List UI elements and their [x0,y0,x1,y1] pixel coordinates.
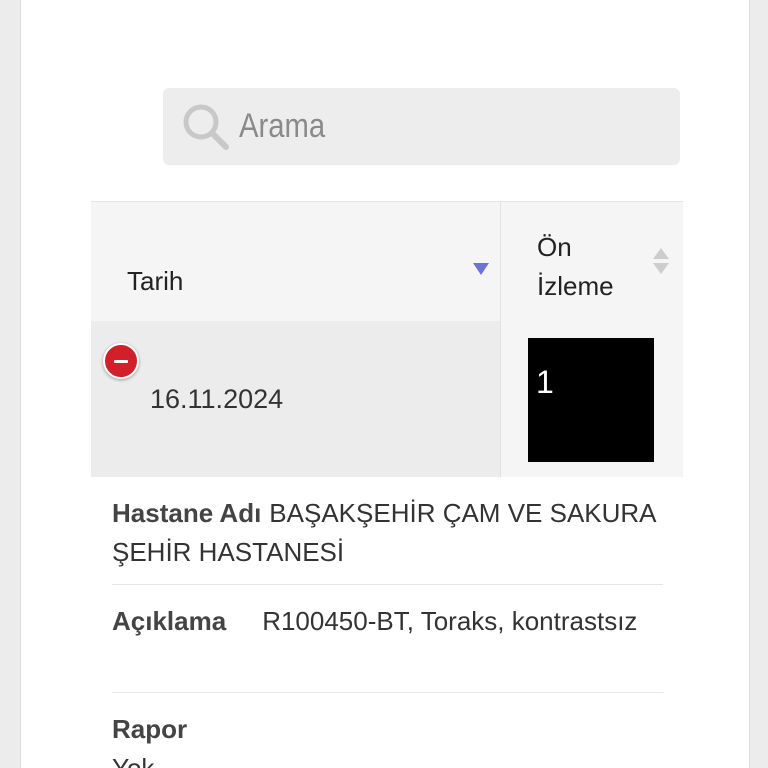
search-icon [183,104,229,150]
preview-thumbnail[interactable]: 1 [528,338,654,462]
preview-thumbnail-label: 1 [536,364,554,400]
detail-report-label: Rapor [112,714,188,744]
table-row[interactable]: 16.11.2024 1 [91,321,683,477]
search-input[interactable] [239,107,583,146]
cell-date: 16.11.2024 [91,321,501,477]
detail-hospital: Hastane Adı BAŞAKŞEHİR ÇAM VE SAKURA ŞEHİ… [112,477,663,585]
sort-descending-icon[interactable] [473,263,489,275]
detail-report-value: Yok [112,753,155,768]
sort-both-icon[interactable] [653,248,669,274]
table-header: Tarih Ön İzleme [91,201,683,321]
column-header-date[interactable]: Tarih [91,202,501,321]
search-box[interactable] [163,88,680,165]
row-date: 16.11.2024 [150,384,284,414]
detail-description: Açıklama R100450-BT, Toraks, kontrastsız [112,585,663,693]
cell-preview: 1 [501,321,683,477]
column-header-preview[interactable]: Ön İzleme [501,202,683,321]
row-details: Hastane Adı BAŞAKŞEHİR ÇAM VE SAKURA ŞEHİ… [91,477,683,768]
detail-description-label: Açıklama [112,606,227,636]
minus-icon [114,359,128,363]
collapse-row-button[interactable] [103,343,139,379]
page-container: Tarih Ön İzleme 16.11.2024 1 [20,0,750,768]
detail-description-value: R100450-BT, Toraks, kontrastsız [262,606,638,636]
detail-report: Rapor Yok [112,693,663,768]
column-header-preview-label: Ön İzleme [537,232,614,301]
records-table: Tarih Ön İzleme 16.11.2024 1 Hastane Adı… [91,201,683,768]
detail-hospital-label: Hastane Adı [112,498,262,528]
column-header-date-label: Tarih [127,266,184,296]
